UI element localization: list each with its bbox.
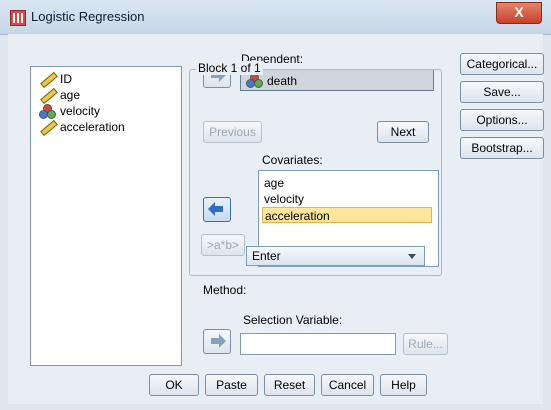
rule-button[interactable]: Rule... (403, 333, 448, 355)
save-button[interactable]: Save... (460, 81, 544, 103)
variable-item-velocity[interactable]: velocity (39, 103, 100, 119)
method-label: Method: (203, 283, 247, 297)
window-title: Logistic Regression (31, 9, 145, 24)
variable-name: velocity (60, 104, 101, 118)
previous-button[interactable]: Previous (203, 121, 262, 143)
move-selection-arrow-button[interactable] (203, 329, 231, 354)
options-button[interactable]: Options... (460, 109, 544, 131)
move-covariate-arrow-button[interactable] (203, 197, 231, 222)
close-button[interactable]: X (496, 2, 542, 24)
reset-button[interactable]: Reset (264, 374, 315, 396)
selection-variable-field[interactable] (240, 333, 396, 355)
selection-variable-label: Selection Variable: (243, 313, 343, 327)
covariate-item[interactable]: velocity (262, 191, 434, 207)
variable-list[interactable]: ID age velocity acceleration (30, 66, 182, 366)
variable-item-acceleration[interactable]: acceleration (39, 119, 125, 135)
variable-name: ID (60, 72, 72, 86)
variable-item-age[interactable]: age (39, 87, 80, 103)
ok-button[interactable]: OK (149, 374, 199, 396)
variable-name: acceleration (60, 120, 125, 134)
method-select[interactable]: Enter (246, 246, 425, 266)
title-bar: Logistic Regression X (0, 0, 551, 35)
help-button[interactable]: Help (380, 374, 427, 396)
cancel-button[interactable]: Cancel (321, 374, 374, 396)
bootstrap-button[interactable]: Bootstrap... (460, 137, 544, 159)
ruler-icon (39, 120, 55, 134)
covariate-item[interactable]: age (262, 175, 434, 191)
variable-name: age (60, 88, 81, 102)
categorical-button[interactable]: Categorical... (460, 53, 544, 75)
next-button[interactable]: Next (377, 121, 429, 143)
interaction-button[interactable]: >a*b> (201, 234, 245, 256)
variable-item-id[interactable]: ID (39, 71, 72, 87)
arrow-right-icon (211, 334, 226, 348)
covariate-item-selected[interactable]: acceleration (262, 207, 432, 223)
table-app-icon (10, 10, 26, 26)
nominal-icon (39, 104, 56, 119)
ruler-icon (39, 72, 55, 86)
paste-button[interactable]: Paste (205, 374, 258, 396)
block-label: Block 1 of 1 (196, 61, 263, 75)
arrow-left-icon (208, 202, 223, 216)
covariates-label: Covariates: (262, 153, 323, 167)
ruler-icon (39, 88, 55, 102)
